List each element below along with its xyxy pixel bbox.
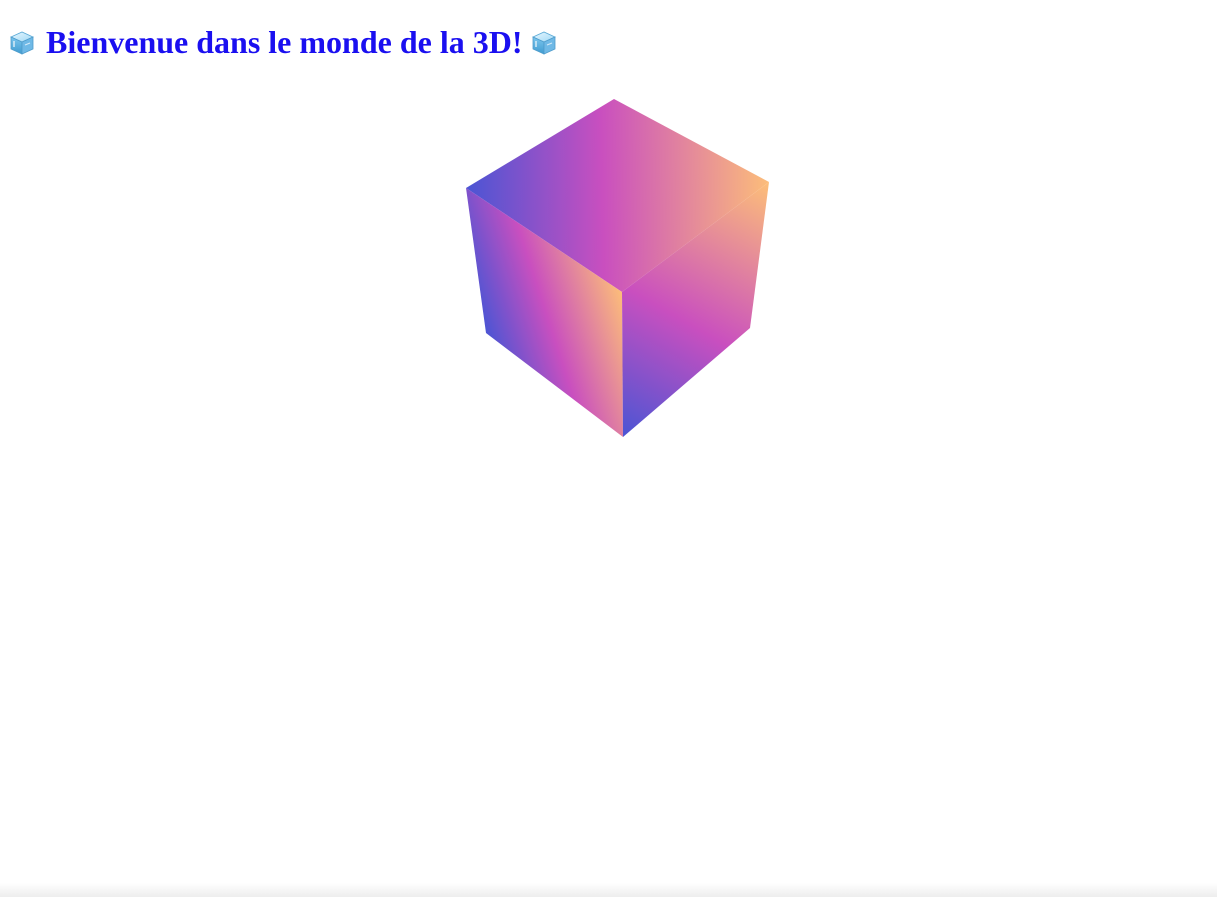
ice-cube-icon	[530, 28, 560, 56]
window-bottom-edge	[0, 883, 1217, 897]
page-title: Bienvenue dans le monde de la 3D!	[46, 24, 523, 60]
ice-cube-icon	[8, 28, 38, 56]
cube-graphic	[466, 99, 769, 437]
page-heading: Bienvenue dans le monde de la 3D!	[8, 22, 560, 62]
rotating-3d-cube	[440, 90, 800, 450]
